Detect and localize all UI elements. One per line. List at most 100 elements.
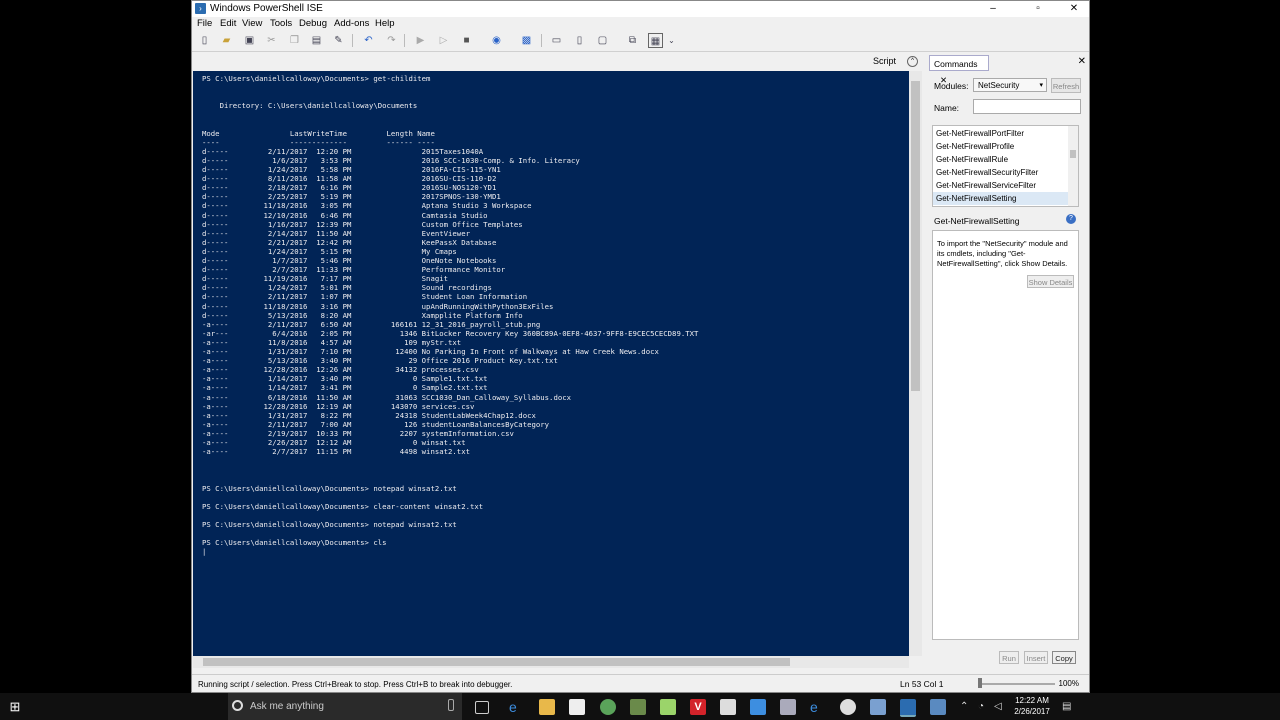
console-line: -a---- 2/11/2017 7:00 AM 126 studentLoan… [202, 419, 550, 429]
modules-dropdown[interactable]: NetSecurity ▾ [973, 78, 1047, 92]
menu-help[interactable]: Help [375, 18, 395, 29]
paste-icon[interactable]: ▤ [309, 33, 324, 48]
title-bar: › Windows PowerShell ISE – ▫ ✕ [192, 1, 1089, 17]
run-selection-icon[interactable]: ▷ [436, 33, 451, 48]
console-line: d----- 2/7/2017 11:33 PM Performance Mon… [202, 265, 506, 275]
undo-icon[interactable]: ↶ [361, 33, 376, 48]
refresh-button[interactable]: Refresh [1051, 78, 1081, 93]
console-line: d----- 11/19/2016 7:17 PM Snagit [202, 274, 449, 284]
show-hidden-icons-icon[interactable]: ⌃ [960, 701, 968, 712]
remote-powershell-icon[interactable]: ◉ [489, 33, 504, 48]
command-list-item[interactable]: Get-NetFirewallProfile [933, 140, 1068, 153]
file-explorer-icon[interactable] [539, 699, 555, 715]
vivaldi-icon[interactable]: V [690, 699, 706, 715]
copy-button[interactable]: Copy [1052, 651, 1076, 664]
close-icon[interactable]: ✕ [1059, 1, 1089, 17]
console-line: PS C:\Users\daniellcalloway\Documents> g… [202, 74, 431, 83]
restore-icon[interactable]: ▫ [1023, 1, 1053, 17]
show-command-addon-icon[interactable]: ▦ [648, 33, 663, 48]
console-line: d----- 1/16/2017 12:39 PM Custom Office … [202, 219, 523, 229]
command-details-box: To import the "NetSecurity" module and i… [932, 230, 1079, 640]
network-icon[interactable]: ◔ [978, 701, 984, 712]
scroll-thumb[interactable] [1070, 150, 1076, 158]
help-icon[interactable]: ? [1066, 214, 1076, 224]
toolbar-overflow-icon[interactable]: ⌄ [664, 33, 679, 48]
show-commands-window-icon[interactable]: ⧉ [625, 33, 640, 48]
console-pane[interactable]: PS C:\Users\daniellcalloway\Documents> g… [193, 71, 909, 656]
scroll-thumb[interactable] [203, 658, 790, 666]
console-horizontal-scrollbar[interactable] [193, 656, 909, 668]
edge-icon[interactable]: e [509, 699, 525, 715]
task-view-icon[interactable] [475, 701, 489, 714]
commands-pane: Commands ✕ ✕ Modules: NetSecurity ▾ Refr… [926, 53, 1088, 667]
open-folder-icon[interactable]: ▰ [219, 33, 234, 48]
collapse-circle-icon[interactable]: ^ [907, 56, 918, 67]
console-line: d----- 2/18/2017 6:16 PM 2016SU-NOS120-Y… [202, 183, 497, 193]
redo-icon[interactable]: ↷ [384, 33, 399, 48]
cut-icon[interactable]: ✂ [264, 33, 279, 48]
app-circle-icon[interactable] [600, 699, 616, 715]
zoom-slider-thumb[interactable] [978, 678, 982, 688]
command-list-item[interactable]: Get-NetFirewallServiceFilter [933, 179, 1068, 192]
app-icon[interactable] [870, 699, 886, 715]
command-list-scrollbar[interactable] [1068, 126, 1078, 206]
command-list[interactable]: Get-NetFirewallPortFilter Get-NetFirewall… [932, 125, 1079, 207]
run-script-icon[interactable]: ▶ [413, 33, 428, 48]
close-pane-icon[interactable]: ✕ [1078, 56, 1086, 67]
menu-tools[interactable]: Tools [270, 18, 292, 29]
volume-icon[interactable]: ◁ [994, 701, 1002, 712]
show-script-right-icon[interactable]: ▯ [572, 33, 587, 48]
menu-file[interactable]: File [197, 18, 212, 29]
show-script-max-icon[interactable]: ▢ [595, 33, 610, 48]
notifications-icon[interactable]: ▤ [1062, 701, 1071, 712]
insert-button[interactable]: Insert [1024, 651, 1048, 664]
copy-icon[interactable]: ❐ [287, 33, 302, 48]
menu-addons[interactable]: Add-ons [334, 18, 369, 29]
console-line: -a---- 6/18/2016 11:50 AM 31063 SCC1030_… [202, 392, 572, 402]
windows-start-icon[interactable]: ⊞ [0, 693, 30, 720]
show-script-pane-link[interactable]: Script [873, 56, 896, 66]
app-icon[interactable] [750, 699, 766, 715]
clock[interactable]: 12:22 AM 2/26/2017 [1010, 695, 1054, 717]
command-list-item[interactable]: Get-NetFirewallRule [933, 153, 1068, 166]
microphone-icon[interactable] [448, 699, 454, 711]
snip-tool-icon[interactable] [660, 699, 676, 715]
cortana-search-box[interactable]: Ask me anything [228, 693, 462, 720]
console-line: PS C:\Users\daniellcalloway\Documents> n… [202, 483, 457, 493]
menu-view[interactable]: View [242, 18, 262, 29]
command-list-item[interactable]: Get-NetFirewallPortFilter [933, 127, 1068, 140]
console-vertical-scrollbar[interactable] [909, 71, 922, 656]
calculator-icon[interactable] [720, 699, 736, 715]
menu-debug[interactable]: Debug [299, 18, 327, 29]
commands-tab[interactable]: Commands ✕ [929, 55, 989, 85]
console-line: d----- 8/11/2016 11:58 AM 2016SU-CIS-110… [202, 174, 497, 184]
powershell-taskbar-icon[interactable] [900, 699, 916, 717]
app-icon[interactable] [930, 699, 946, 715]
store-icon[interactable] [569, 699, 585, 715]
console-line: d----- 2/21/2017 12:42 PM KeePassX Datab… [202, 237, 497, 247]
minimize-icon[interactable]: – [978, 1, 1008, 17]
taskbar: ⊞ Ask me anything e V e ⌃ ◔ ◁ 12:22 AM 2… [0, 693, 1280, 720]
app-icon[interactable] [780, 699, 796, 715]
name-input[interactable] [973, 99, 1081, 114]
save-icon[interactable]: ▣ [242, 33, 257, 48]
console-line: d----- 11/18/2016 3:05 PM Aptana Studio … [202, 201, 532, 211]
run-button[interactable]: Run [999, 651, 1019, 664]
command-list-item[interactable]: Get-NetFirewallSecurityFilter [933, 166, 1068, 179]
ie-icon[interactable]: e [810, 699, 826, 715]
clear-console-icon[interactable]: ✎ [331, 33, 346, 48]
new-script-icon[interactable]: ▯ [197, 33, 212, 48]
console-line: Mode LastWriteTime Length Name [202, 128, 435, 138]
app-icon[interactable] [630, 699, 646, 715]
zoom-slider[interactable] [980, 683, 1055, 685]
media-icon[interactable] [840, 699, 856, 715]
command-list-item[interactable]: Get-NetFirewallSetting [933, 192, 1068, 205]
scroll-thumb[interactable] [911, 81, 920, 391]
show-details-button[interactable]: Show Details [1027, 275, 1074, 288]
menu-edit[interactable]: Edit [220, 18, 236, 29]
show-script-top-icon[interactable]: ▭ [549, 33, 564, 48]
start-powershell-icon[interactable]: ▩ [519, 33, 534, 48]
stop-icon[interactable]: ■ [459, 33, 474, 48]
console-line: ---- ------------- ------ ---- [202, 137, 435, 147]
cursor-position: Ln 53 Col 1 [900, 679, 944, 689]
